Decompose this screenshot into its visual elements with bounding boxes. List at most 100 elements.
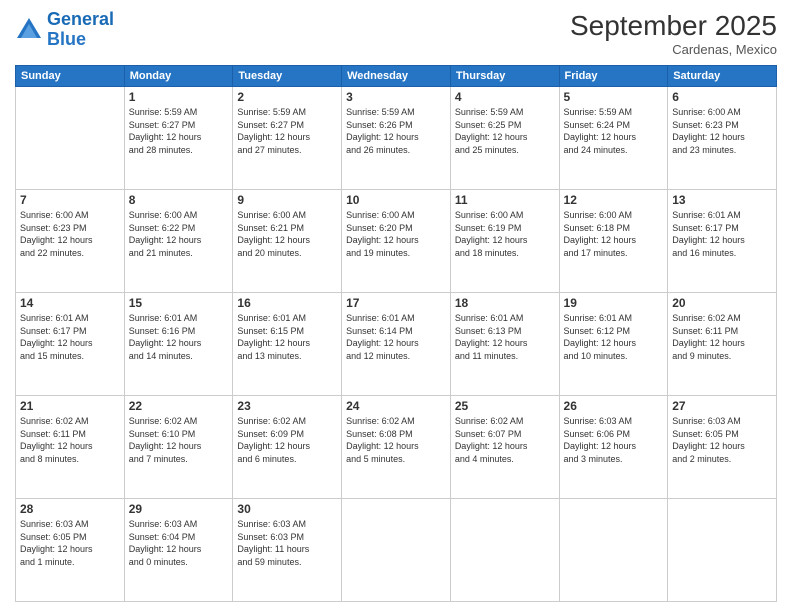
calendar-cell: 1 Sunrise: 5:59 AMSunset: 6:27 PMDaylight…: [124, 87, 233, 190]
day-info: Sunrise: 6:00 AMSunset: 6:18 PMDaylight:…: [564, 209, 664, 259]
calendar-cell: 29 Sunrise: 6:03 AMSunset: 6:04 PMDayligh…: [124, 499, 233, 602]
day-info: Sunrise: 6:02 AMSunset: 6:11 PMDaylight:…: [672, 312, 772, 362]
calendar-cell: 9Sunrise: 6:00 AMSunset: 6:21 PMDaylight…: [233, 190, 342, 293]
page: General Blue September 2025 Cardenas, Me…: [0, 0, 792, 612]
day-number: 5: [564, 90, 664, 104]
day-number: 12: [564, 193, 664, 207]
calendar-cell: 23 Sunrise: 6:02 AMSunset: 6:09 PMDayligh…: [233, 396, 342, 499]
week-row-5: 28Sunrise: 6:03 AMSunset: 6:05 PMDayligh…: [16, 499, 777, 602]
calendar-cell: 14 Sunrise: 6:01 AMSunset: 6:17 PMDayligh…: [16, 293, 125, 396]
title-block: September 2025 Cardenas, Mexico: [570, 10, 777, 57]
day-number: 19: [564, 296, 664, 310]
day-info: Sunrise: 6:00 AMSunset: 6:21 PMDaylight:…: [237, 209, 337, 259]
day-info: Sunrise: 6:01 AMSunset: 6:14 PMDaylight:…: [346, 312, 446, 362]
calendar-cell: 3 Sunrise: 5:59 AMSunset: 6:26 PMDaylight…: [342, 87, 451, 190]
day-info: Sunrise: 6:00 AMSunset: 6:23 PMDaylight:…: [672, 106, 772, 156]
day-info: Sunrise: 6:00 AMSunset: 6:22 PMDaylight:…: [129, 209, 229, 259]
calendar-cell: 7 Sunrise: 6:00 AMSunset: 6:23 PMDaylight…: [16, 190, 125, 293]
day-number: 14: [20, 296, 120, 310]
main-title: September 2025: [570, 10, 777, 42]
day-info: Sunrise: 6:01 AMSunset: 6:16 PMDaylight:…: [129, 312, 229, 362]
calendar-cell: 19Sunrise: 6:01 AMSunset: 6:12 PMDayligh…: [559, 293, 668, 396]
calendar-cell: [342, 499, 451, 602]
day-number: 8: [129, 193, 229, 207]
calendar-header-row: SundayMondayTuesdayWednesdayThursdayFrid…: [16, 66, 777, 87]
week-row-4: 21 Sunrise: 6:02 AMSunset: 6:11 PMDayligh…: [16, 396, 777, 499]
day-header-tuesday: Tuesday: [233, 66, 342, 87]
logo-icon: [15, 16, 43, 44]
day-info: Sunrise: 6:02 AMSunset: 6:08 PMDaylight:…: [346, 415, 446, 465]
day-number: 27: [672, 399, 772, 413]
calendar-cell: 17 Sunrise: 6:01 AMSunset: 6:14 PMDayligh…: [342, 293, 451, 396]
day-header-sunday: Sunday: [16, 66, 125, 87]
calendar-cell: [450, 499, 559, 602]
day-info: Sunrise: 5:59 AMSunset: 6:27 PMDaylight:…: [129, 106, 229, 156]
day-number: 18: [455, 296, 555, 310]
day-number: 17: [346, 296, 446, 310]
day-info: Sunrise: 6:03 AMSunset: 6:05 PMDaylight:…: [672, 415, 772, 465]
day-info: Sunrise: 5:59 AMSunset: 6:24 PMDaylight:…: [564, 106, 664, 156]
day-number: 21: [20, 399, 120, 413]
logo: General Blue: [15, 10, 114, 50]
day-number: 11: [455, 193, 555, 207]
day-number: 10: [346, 193, 446, 207]
day-number: 23: [237, 399, 337, 413]
day-header-monday: Monday: [124, 66, 233, 87]
week-row-1: 1 Sunrise: 5:59 AMSunset: 6:27 PMDaylight…: [16, 87, 777, 190]
day-info: Sunrise: 6:02 AMSunset: 6:07 PMDaylight:…: [455, 415, 555, 465]
day-info: Sunrise: 6:01 AMSunset: 6:13 PMDaylight:…: [455, 312, 555, 362]
day-info: Sunrise: 6:02 AMSunset: 6:09 PMDaylight:…: [237, 415, 337, 465]
day-info: Sunrise: 6:01 AMSunset: 6:17 PMDaylight:…: [20, 312, 120, 362]
week-row-2: 7 Sunrise: 6:00 AMSunset: 6:23 PMDaylight…: [16, 190, 777, 293]
day-info: Sunrise: 6:03 AMSunset: 6:04 PMDaylight:…: [129, 518, 229, 568]
logo-line2: Blue: [47, 29, 86, 49]
calendar-cell: 10Sunrise: 6:00 AMSunset: 6:20 PMDayligh…: [342, 190, 451, 293]
day-number: 24: [346, 399, 446, 413]
day-info: Sunrise: 6:02 AMSunset: 6:11 PMDaylight:…: [20, 415, 120, 465]
day-number: 3: [346, 90, 446, 104]
day-number: 16: [237, 296, 337, 310]
calendar-cell: 8 Sunrise: 6:00 AMSunset: 6:22 PMDaylight…: [124, 190, 233, 293]
calendar-cell: 12 Sunrise: 6:00 AMSunset: 6:18 PMDayligh…: [559, 190, 668, 293]
calendar-cell: 24 Sunrise: 6:02 AMSunset: 6:08 PMDayligh…: [342, 396, 451, 499]
calendar-table: SundayMondayTuesdayWednesdayThursdayFrid…: [15, 65, 777, 602]
day-info: Sunrise: 6:03 AMSunset: 6:03 PMDaylight:…: [237, 518, 337, 568]
calendar-cell: 13 Sunrise: 6:01 AMSunset: 6:17 PMDayligh…: [668, 190, 777, 293]
day-info: Sunrise: 6:01 AMSunset: 6:17 PMDaylight:…: [672, 209, 772, 259]
day-info: Sunrise: 6:00 AMSunset: 6:23 PMDaylight:…: [20, 209, 120, 259]
day-number: 15: [129, 296, 229, 310]
day-info: Sunrise: 5:59 AMSunset: 6:26 PMDaylight:…: [346, 106, 446, 156]
day-number: 7: [20, 193, 120, 207]
calendar-cell: 20 Sunrise: 6:02 AMSunset: 6:11 PMDayligh…: [668, 293, 777, 396]
day-info: Sunrise: 5:59 AMSunset: 6:27 PMDaylight:…: [237, 106, 337, 156]
calendar-cell: 18 Sunrise: 6:01 AMSunset: 6:13 PMDayligh…: [450, 293, 559, 396]
calendar-cell: 6 Sunrise: 6:00 AMSunset: 6:23 PMDaylight…: [668, 87, 777, 190]
day-number: 20: [672, 296, 772, 310]
calendar-cell: 27 Sunrise: 6:03 AMSunset: 6:05 PMDayligh…: [668, 396, 777, 499]
day-info: Sunrise: 6:02 AMSunset: 6:10 PMDaylight:…: [129, 415, 229, 465]
calendar-cell: 26Sunrise: 6:03 AMSunset: 6:06 PMDayligh…: [559, 396, 668, 499]
calendar-cell: [559, 499, 668, 602]
day-header-saturday: Saturday: [668, 66, 777, 87]
calendar-cell: 11 Sunrise: 6:00 AMSunset: 6:19 PMDayligh…: [450, 190, 559, 293]
calendar-cell: 4Sunrise: 5:59 AMSunset: 6:25 PMDaylight…: [450, 87, 559, 190]
day-number: 30: [237, 502, 337, 516]
day-number: 1: [129, 90, 229, 104]
calendar-cell: 25Sunrise: 6:02 AMSunset: 6:07 PMDayligh…: [450, 396, 559, 499]
day-info: Sunrise: 6:00 AMSunset: 6:19 PMDaylight:…: [455, 209, 555, 259]
calendar-cell: [16, 87, 125, 190]
calendar-cell: [668, 499, 777, 602]
day-number: 29: [129, 502, 229, 516]
day-number: 22: [129, 399, 229, 413]
day-number: 13: [672, 193, 772, 207]
calendar-cell: 2Sunrise: 5:59 AMSunset: 6:27 PMDaylight…: [233, 87, 342, 190]
day-header-thursday: Thursday: [450, 66, 559, 87]
calendar-cell: 28Sunrise: 6:03 AMSunset: 6:05 PMDayligh…: [16, 499, 125, 602]
logo-line1: General: [47, 9, 114, 29]
day-number: 6: [672, 90, 772, 104]
day-header-friday: Friday: [559, 66, 668, 87]
day-info: Sunrise: 5:59 AMSunset: 6:25 PMDaylight:…: [455, 106, 555, 156]
logo-text: General Blue: [47, 10, 114, 50]
calendar-cell: 15 Sunrise: 6:01 AMSunset: 6:16 PMDayligh…: [124, 293, 233, 396]
day-info: Sunrise: 6:03 AMSunset: 6:06 PMDaylight:…: [564, 415, 664, 465]
